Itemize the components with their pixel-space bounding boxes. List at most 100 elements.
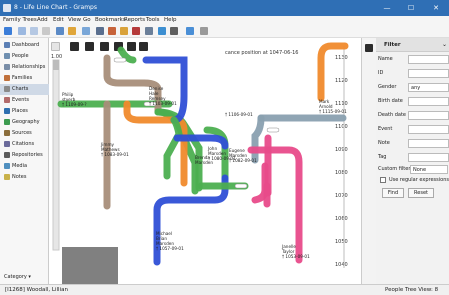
filter-sidebar: Filter ⌄ Name ID Gender any Birth date D… xyxy=(376,38,449,284)
event-field[interactable] xyxy=(408,125,449,134)
filter-label-event: Event xyxy=(378,126,393,132)
filter-label-birth-date: Birth date xyxy=(378,98,403,104)
sidebar-item-label: Families xyxy=(12,75,33,81)
year-tick-label: 1070 xyxy=(335,193,348,199)
person-label[interactable]: † 1106-09-01 xyxy=(225,112,253,117)
menu-edit[interactable]: Edit xyxy=(53,17,64,23)
life-line-chart[interactable]: 1.00 cance position at 1047-06-16 1130 1120… xyxy=(49,38,361,284)
find-button[interactable]: Find xyxy=(382,188,404,198)
menu-add[interactable]: Add xyxy=(37,17,48,23)
note-field[interactable] xyxy=(408,139,449,148)
pedigree-icon[interactable] xyxy=(96,27,104,35)
menu-family-trees[interactable]: Family Trees xyxy=(3,17,37,23)
year-tick-label: 1100 xyxy=(335,124,348,130)
sidebar-item-dashboard[interactable]: Dashboard xyxy=(0,40,49,51)
menu-view[interactable]: View xyxy=(68,17,81,23)
filter-title: Filter xyxy=(384,42,401,48)
hourglass-icon[interactable] xyxy=(170,27,178,35)
sidebar-item-citations[interactable]: Citations xyxy=(0,139,49,150)
close-button[interactable]: ✕ xyxy=(427,2,445,14)
config-icon[interactable] xyxy=(186,27,194,35)
maximize-button[interactable]: ☐ xyxy=(402,2,420,14)
sidebar-toggle-icon[interactable] xyxy=(200,27,208,35)
menu-help[interactable]: Help xyxy=(164,17,177,23)
sidebar-item-label: People xyxy=(12,53,29,59)
person-label-line: † 1106-09-01 xyxy=(225,112,253,117)
charts-icon xyxy=(4,86,10,92)
minimize-button[interactable]: — xyxy=(378,2,396,14)
descendant-fan-icon[interactable] xyxy=(120,27,128,35)
zoom-slider xyxy=(52,59,60,251)
sidebar-item-people[interactable]: People xyxy=(0,51,49,62)
add-bookmark-icon[interactable] xyxy=(56,27,64,35)
person-label-line: † 1103-09-01 xyxy=(149,101,177,106)
category-selector[interactable]: Category ▾ xyxy=(4,274,31,280)
reset-button[interactable]: Reset xyxy=(408,188,434,198)
marriage-connector xyxy=(266,127,280,133)
chart-canvas[interactable]: 1.00 cance position at 1047-06-16 1130 1120… xyxy=(49,38,361,284)
sidebar-item-relationships[interactable]: Relationships xyxy=(0,62,49,73)
death-date-field[interactable] xyxy=(408,111,449,120)
filter-label-death-date: Death date xyxy=(378,112,406,118)
menu-bar: Family Trees Add Edit View Go Bookmarks … xyxy=(0,16,449,25)
sidebar-item-families[interactable]: Families xyxy=(0,73,49,84)
right-tool-strip xyxy=(361,38,376,284)
main-toolbar xyxy=(0,25,449,38)
year-tick-label: 1110 xyxy=(335,101,348,107)
person-label[interactable]: Philip styerb † 1109-09-? xyxy=(62,92,87,107)
person-label-line: † 1082-09-01 xyxy=(229,158,257,163)
people-icon xyxy=(4,53,10,59)
fan-chart-icon[interactable] xyxy=(108,27,116,35)
sidebar-item-label: Places xyxy=(12,108,28,114)
back-icon[interactable] xyxy=(4,27,12,35)
filter-label-gender: Gender xyxy=(378,84,397,90)
menu-tools[interactable]: Tools xyxy=(146,17,160,23)
sidebar-item-notes[interactable]: Notes xyxy=(0,172,49,183)
dashboard-icon xyxy=(4,42,10,48)
marriage-connector xyxy=(113,57,127,63)
tag-field[interactable] xyxy=(408,153,449,162)
id-field[interactable] xyxy=(408,69,449,78)
sidebar-item-geography[interactable]: Geography xyxy=(0,117,49,128)
edit-icon[interactable] xyxy=(82,27,90,35)
life-line-chart-icon[interactable] xyxy=(158,27,166,35)
status-active-person: [I1268] Woodall, Lillian xyxy=(5,287,68,293)
person-label[interactable]: Jimmy Mathews † 1083-09-01 xyxy=(100,142,129,157)
chevron-down-icon[interactable]: ⌄ xyxy=(442,41,447,48)
back-arrow-icon[interactable] xyxy=(18,27,26,35)
zoom-slider-handle xyxy=(53,60,59,70)
relationships-icon xyxy=(4,64,10,70)
print-icon[interactable] xyxy=(365,44,373,52)
sidebar-item-media[interactable]: Media xyxy=(0,161,49,172)
sidebar-item-label: Relationships xyxy=(12,64,46,70)
forward-arrow-icon[interactable] xyxy=(30,27,38,35)
gender-select[interactable]: any xyxy=(408,83,449,92)
person-label[interactable]: Denise Hale Remsey † 1103-09-01 xyxy=(149,86,177,106)
sidebar-item-label: Geography xyxy=(12,119,40,125)
family-tree-icon[interactable] xyxy=(68,27,76,35)
sidebar-item-places[interactable]: Places xyxy=(0,106,49,117)
sidebar-item-events[interactable]: Events xyxy=(0,95,49,106)
sidebar-item-label: Charts xyxy=(12,86,29,92)
timeline-icon[interactable] xyxy=(145,27,153,35)
sidebar-item-label: Sources xyxy=(12,130,32,136)
ancestry-icon[interactable] xyxy=(132,27,140,35)
sidebar-item-charts[interactable]: Charts xyxy=(0,84,49,95)
menu-bookmarks[interactable]: Bookmarks xyxy=(95,17,126,23)
regex-checkbox[interactable] xyxy=(380,177,386,183)
name-field[interactable] xyxy=(408,55,449,64)
custom-filter-value: None xyxy=(413,167,427,173)
year-tick-label: 1120 xyxy=(335,78,348,84)
home-icon[interactable] xyxy=(42,27,50,35)
person-label-line: † 1109-09-? xyxy=(62,102,87,107)
person-label-line: † 1115-09-01 xyxy=(319,109,347,114)
menu-reports[interactable]: Reports xyxy=(124,17,145,23)
custom-filter-select[interactable]: None xyxy=(410,165,448,174)
person-label[interactable]: Michael Brian Marsden † 1057-09-01 xyxy=(156,231,184,251)
menu-go[interactable]: Go xyxy=(83,17,91,23)
birth-date-field[interactable] xyxy=(408,97,449,106)
sidebar-item-label: Citations xyxy=(12,141,35,147)
sidebar-item-sources[interactable]: Sources xyxy=(0,128,49,139)
lifeline xyxy=(251,114,265,164)
sidebar-item-repositories[interactable]: Repositories xyxy=(0,150,49,161)
